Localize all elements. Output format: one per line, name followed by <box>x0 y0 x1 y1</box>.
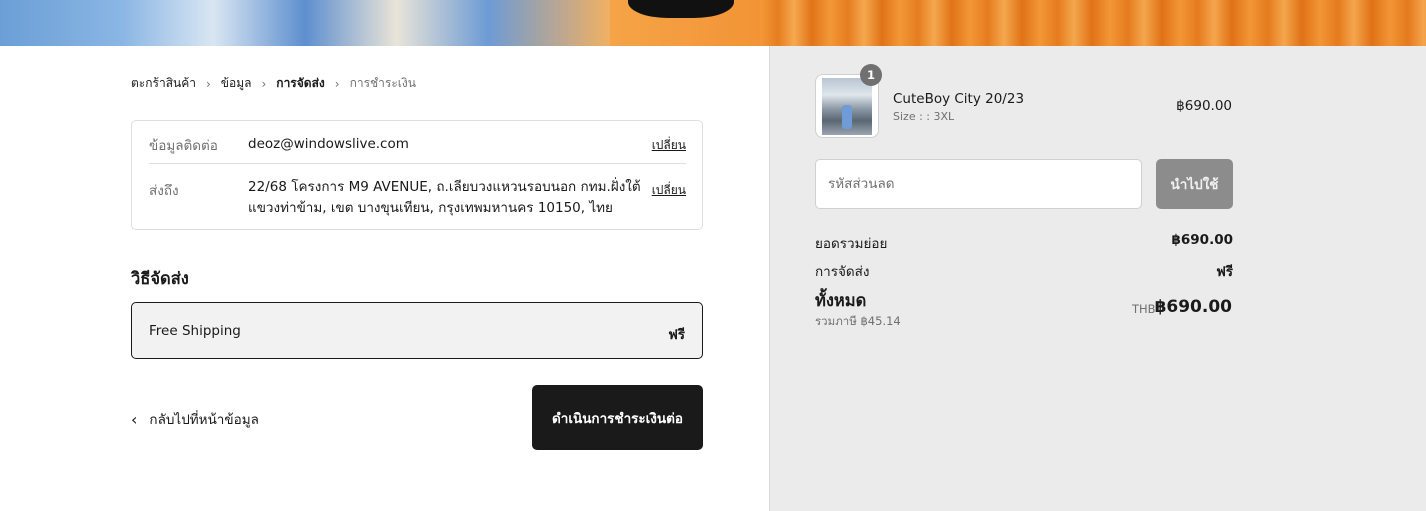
contact-value: deoz@windowslive.com <box>248 136 409 152</box>
discount-code-input[interactable] <box>815 159 1142 209</box>
chevron-right-icon: › <box>205 76 211 91</box>
checkout-main: ตะกร้าสินค้า › ข้อมูล › การจัดส่ง › การช… <box>0 46 769 511</box>
shipping-method-title: วิธีจัดส่ง <box>131 269 189 288</box>
chevron-right-icon: › <box>261 76 267 91</box>
ship-to-label: ส่งถึง <box>149 183 179 199</box>
product-variant: Size : : 3XL <box>893 110 955 123</box>
breadcrumb: ตะกร้าสินค้า › ข้อมูล › การจัดส่ง › การช… <box>131 74 416 93</box>
change-address-link[interactable]: เปลี่ยน <box>652 181 686 200</box>
product-name: CuteBoy City 20/23 <box>893 91 1025 107</box>
shipping-option-name: Free Shipping <box>149 323 241 339</box>
contact-row: ข้อมูลติดต่อ deoz@windowslive.com เปลี่ย… <box>149 134 686 164</box>
tax-note: รวมภาษี ฿45.14 <box>815 314 901 328</box>
product-price: ฿690.00 <box>1176 98 1232 114</box>
store-banner <box>0 0 1426 46</box>
breadcrumb-payment: การชำระเงิน <box>349 76 416 90</box>
shipping-option[interactable]: Free Shipping ฟรี <box>131 302 703 359</box>
continue-to-payment-button[interactable]: ดำเนินการชำระเงินต่อ <box>532 385 703 450</box>
total-amount: ฿690.00 <box>1154 297 1232 317</box>
banner-illustration <box>0 0 610 46</box>
total-label: ทั้งหมด <box>815 291 867 310</box>
chevron-left-icon: ‹ <box>131 409 138 429</box>
subtotal-value: ฿690.00 <box>1171 232 1234 248</box>
back-to-information-link[interactable]: ‹ กลับไปที่หน้าข้อมูล <box>131 408 259 430</box>
shipping-option-price: ฟรี <box>668 327 685 343</box>
order-summary: 1 CuteBoy City 20/23 Size : : 3XL ฿690.0… <box>769 46 1426 511</box>
back-label: กลับไปที่หน้าข้อมูล <box>149 412 259 428</box>
breadcrumb-information[interactable]: ข้อมูล <box>221 74 252 93</box>
brand-logo[interactable] <box>628 0 734 18</box>
banner-stripes <box>760 0 1426 46</box>
shipping-value: ฟรี <box>1216 264 1233 280</box>
change-contact-link[interactable]: เปลี่ยน <box>652 136 686 155</box>
shipping-label: การจัดส่ง <box>815 264 870 280</box>
quantity-badge: 1 <box>860 64 882 86</box>
breadcrumb-cart[interactable]: ตะกร้าสินค้า <box>131 74 196 93</box>
product-image-figure <box>842 105 852 129</box>
ship-to-value: 22/68 โครงการ M9 AVENUE, ถ.เลียบวงแหวนรอ… <box>248 179 641 216</box>
review-box: ข้อมูลติดต่อ deoz@windowslive.com เปลี่ย… <box>131 120 703 230</box>
chevron-right-icon: › <box>334 76 340 91</box>
total-currency: THB <box>1132 302 1156 316</box>
apply-discount-button[interactable]: นำไปใช้ <box>1156 159 1233 209</box>
subtotal-label: ยอดรวมย่อย <box>815 236 888 252</box>
breadcrumb-shipping: การจัดส่ง <box>276 76 325 90</box>
contact-label: ข้อมูลติดต่อ <box>149 138 218 154</box>
